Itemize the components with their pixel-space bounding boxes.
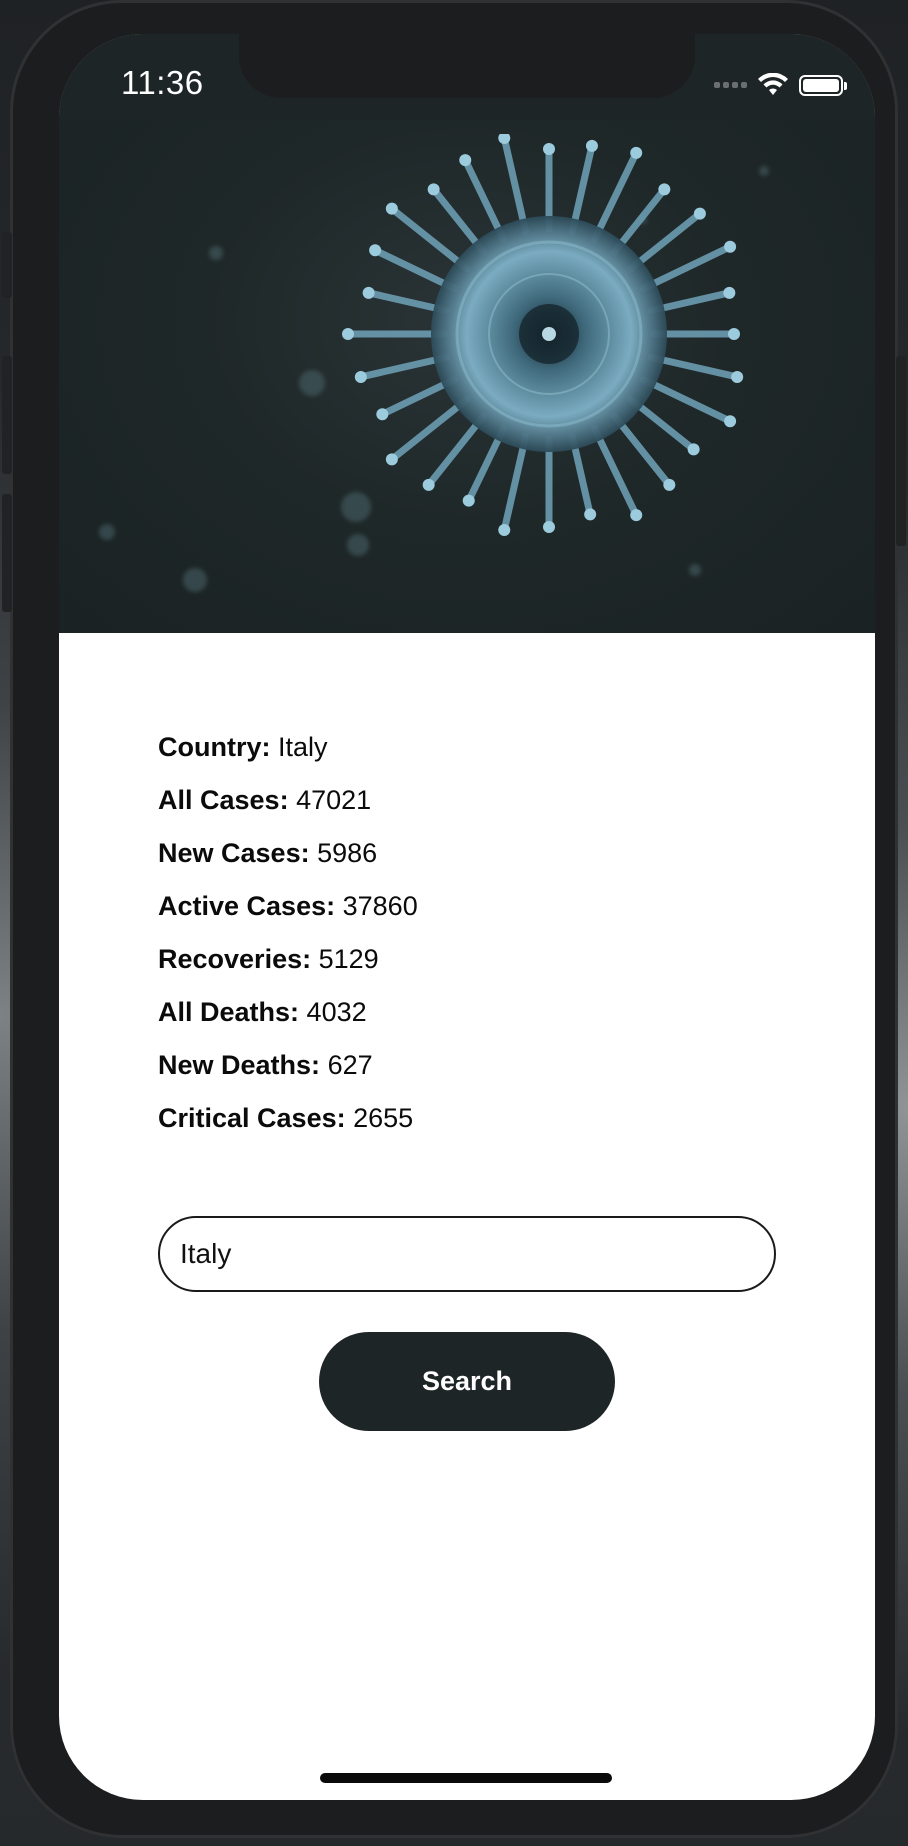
virus-illustration [329, 132, 769, 574]
stat-recoveries: Recoveries: 5129 [158, 941, 778, 994]
power-button [896, 356, 906, 546]
virus-spike [591, 149, 640, 243]
home-indicator[interactable] [320, 1773, 612, 1783]
virus-spike-tip [342, 328, 354, 340]
virus-spike [371, 246, 458, 292]
stat-all-cases: All Cases: 47021 [158, 782, 778, 835]
virus-spike [461, 156, 507, 243]
virus-spike-tip [693, 207, 706, 220]
app-screen: 11:36 Country: Italy All Cases: 47021 Ne… [59, 34, 875, 1800]
stat-value: 37860 [342, 891, 418, 921]
virus-spike-tip [585, 139, 598, 152]
status-icons [714, 70, 847, 100]
hero-banner: 11:36 [59, 34, 875, 633]
virus-spike-tip [376, 408, 389, 421]
virus-spike [640, 376, 734, 425]
status-time: 11:36 [121, 64, 204, 101]
stat-value: 627 [327, 1050, 373, 1080]
stat-critical-cases: Critical Cases: 2655 [158, 1100, 778, 1153]
virus-spike-tip [663, 478, 676, 491]
stat-value: 4032 [306, 997, 367, 1027]
virus-spike [357, 353, 451, 381]
virus-spike-tip [724, 240, 737, 253]
signal-dots-icon [714, 82, 747, 88]
coronavirus-icon [342, 132, 744, 536]
virus-spike-tip [354, 370, 367, 383]
particle [183, 568, 207, 592]
virus-spike [647, 353, 741, 381]
virus-spike-tip [369, 244, 382, 257]
camera-notch [239, 34, 695, 98]
stat-label: New Cases: [158, 838, 310, 868]
stat-active-cases: Active Cases: 37860 [158, 888, 778, 941]
stat-label: Country: [158, 732, 271, 762]
stat-label: Recoveries: [158, 944, 312, 974]
country-search-input[interactable] [158, 1216, 776, 1292]
virus-spike-tip [723, 286, 736, 299]
particle [99, 524, 115, 540]
virus-spike-tip [422, 478, 435, 491]
stat-new-deaths: New Deaths: 627 [158, 1047, 778, 1100]
virus-spike [500, 134, 530, 236]
stat-value: 47021 [296, 785, 372, 815]
virus-spike-tip [385, 453, 398, 466]
virus-spike-tip [385, 202, 398, 215]
stats-list: Country: Italy All Cases: 47021 New Case… [158, 729, 778, 1153]
virus-spike [500, 432, 530, 534]
stat-value: 2655 [353, 1103, 414, 1133]
status-bar: 11:36 [59, 34, 875, 120]
virus-spike-tip [687, 443, 700, 456]
virus-spike-tip [543, 521, 555, 533]
virus-spike-tip [543, 143, 555, 155]
virus-spike-tip [459, 154, 472, 167]
volume-up-button [2, 356, 12, 474]
wifi-icon [758, 73, 788, 95]
virus-spike-tip [724, 415, 737, 428]
virus-spike-tip [630, 509, 643, 522]
virus-spike-tip [462, 494, 475, 507]
virus-spike-tip [658, 183, 671, 196]
stat-new-cases: New Cases: 5986 [158, 835, 778, 888]
virus-spike [640, 243, 734, 292]
virus-spike [568, 142, 596, 236]
stat-value: Italy [278, 732, 328, 762]
virus-spike-tip [731, 370, 744, 383]
virus-spike-tip [362, 286, 375, 299]
virus-spike-tip [427, 183, 440, 196]
particle [299, 370, 325, 396]
virus-spike-tip [584, 508, 597, 521]
stat-label: Active Cases: [158, 891, 336, 921]
stat-value: 5129 [318, 944, 379, 974]
virus-spike-tip [728, 328, 740, 340]
virus-spike-tip [498, 523, 511, 536]
phone-frame: 11:36 Country: Italy All Cases: 47021 Ne… [2, 0, 906, 1838]
stat-all-deaths: All Deaths: 4032 [158, 994, 778, 1047]
stat-value: 5986 [317, 838, 378, 868]
mute-switch [2, 232, 12, 298]
virus-spike-tip [630, 146, 643, 159]
search-button[interactable]: Search [319, 1332, 615, 1431]
stat-label: All Cases: [158, 785, 289, 815]
stat-country: Country: Italy [158, 729, 778, 782]
stat-label: Critical Cases: [158, 1103, 346, 1133]
virus-spike [591, 425, 640, 519]
volume-down-button [2, 494, 12, 612]
battery-icon [799, 74, 847, 96]
stat-label: All Deaths: [158, 997, 300, 1027]
stat-label: New Deaths: [158, 1050, 321, 1080]
particle [209, 246, 223, 260]
